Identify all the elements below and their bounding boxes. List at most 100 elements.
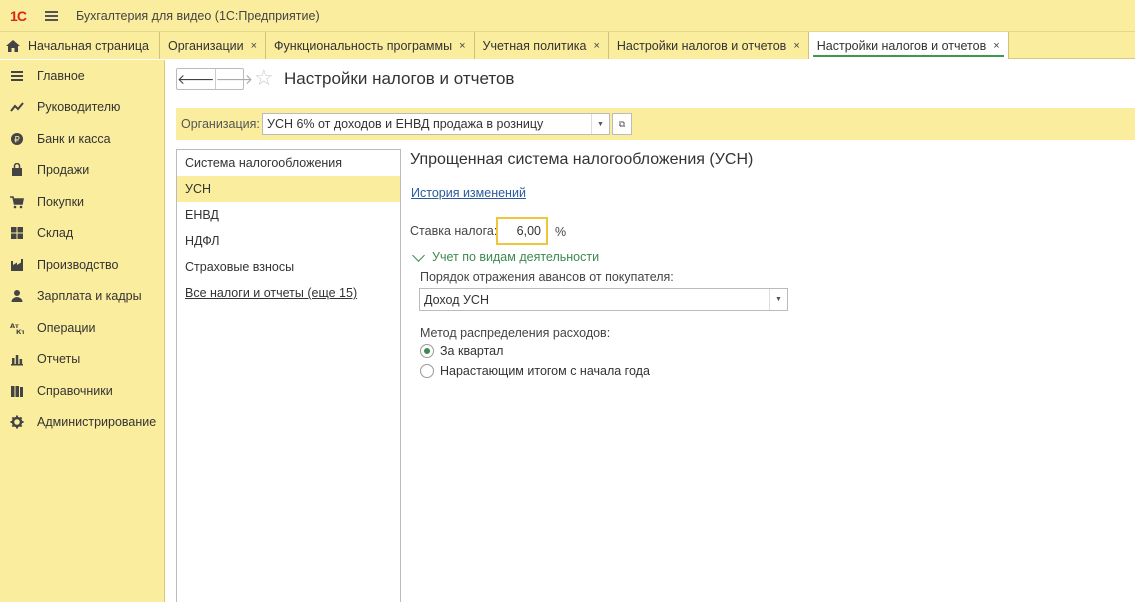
chevron-down-icon xyxy=(412,248,425,262)
forward-button[interactable]: 🡒 xyxy=(214,69,254,89)
tab-organizations[interactable]: Организации × xyxy=(160,32,267,59)
organization-label: Организация: xyxy=(181,117,260,131)
all-taxes-link[interactable]: Все налоги и отчеты (еще 15) xyxy=(177,280,400,306)
sidebar-item-sales[interactable]: Продажи xyxy=(0,155,164,187)
tab-bar: Начальная страница Организации × Функцио… xyxy=(0,32,1135,59)
advances-label: Порядок отражения авансов от покупателя: xyxy=(420,270,674,284)
sidebar-item-label: Главное xyxy=(37,68,85,83)
sidebar-item-label: Склад xyxy=(37,226,74,241)
advances-value: Доход УСН xyxy=(424,292,489,307)
radio-cumulative[interactable]: Нарастающим итогом с начала года xyxy=(420,364,650,378)
close-icon[interactable]: × xyxy=(459,40,465,52)
tab-label: Функциональность программы xyxy=(274,38,453,53)
list-item-ndfl[interactable]: НДФЛ xyxy=(177,228,400,254)
tab-accounting-policy[interactable]: Учетная политика × xyxy=(474,32,609,59)
open-window-icon: ⧉ xyxy=(618,118,626,129)
cart-icon xyxy=(10,195,24,209)
close-icon[interactable]: × xyxy=(593,40,599,52)
tab-tax-settings[interactable]: Настройки налогов и отчетов × xyxy=(608,32,809,59)
close-icon[interactable]: × xyxy=(251,40,257,52)
sidebar-item-label: Операции xyxy=(37,320,96,335)
organization-select[interactable]: УСН 6% от доходов и ЕНВД продажа в розни… xyxy=(262,113,610,135)
advances-select[interactable]: Доход УСН ▼ xyxy=(419,288,788,311)
sidebar-item-payroll[interactable]: Зарплата и кадры xyxy=(0,281,164,313)
sidebar-item-bank[interactable]: ₽ Банк и касса xyxy=(0,123,164,155)
1c-logo[interactable]: 1С xyxy=(0,0,36,32)
logo-text: 1С xyxy=(10,7,27,24)
navigation-buttons: 🡐 🡒 xyxy=(176,68,253,90)
sidebar-item-warehouse[interactable]: Склад xyxy=(0,218,164,250)
close-icon[interactable]: × xyxy=(793,40,799,52)
person-icon xyxy=(11,290,23,303)
tab-label: Учетная политика xyxy=(482,38,587,53)
sidebar-item-label: Производство xyxy=(37,257,119,272)
organization-value: УСН 6% от доходов и ЕНВД продажа в розни… xyxy=(267,117,544,131)
sidebar-item-label: Зарплата и кадры xyxy=(37,289,142,304)
back-button[interactable]: 🡐 xyxy=(177,69,215,89)
list-item-envd[interactable]: ЕНВД xyxy=(177,202,400,228)
hamburger-icon xyxy=(44,10,58,21)
list-item-usn[interactable]: УСН xyxy=(177,176,400,202)
bag-icon xyxy=(12,163,22,177)
open-organization-button[interactable]: ⧉ xyxy=(612,113,632,135)
radio-label: Нарастающим итогом с начала года xyxy=(440,364,650,378)
sidebar-item-label: Руководителю xyxy=(37,100,121,115)
menu-icon xyxy=(11,70,23,81)
list-item-insurance[interactable]: Страховые взносы xyxy=(177,254,400,280)
sidebar-item-label: Отчеты xyxy=(37,352,81,367)
dropdown-arrow-icon[interactable]: ▼ xyxy=(769,289,787,310)
radio-quarterly[interactable]: За квартал xyxy=(420,344,503,358)
radio-button-checked[interactable] xyxy=(420,344,434,358)
gear-icon xyxy=(10,415,24,429)
factory-icon xyxy=(11,258,23,271)
history-link[interactable]: История изменений xyxy=(411,186,526,200)
operations-icon: АтКт xyxy=(10,322,24,335)
app-title: Бухгалтерия для видео (1С:Предприятие) xyxy=(76,8,320,23)
sidebar-item-label: Администрирование xyxy=(37,415,157,430)
distribution-method-label: Метод распределения расходов: xyxy=(420,326,611,340)
sidebar-item-manager[interactable]: Руководителю xyxy=(0,92,164,124)
sidebar-item-label: Продажи xyxy=(37,163,90,178)
tax-rate-unit: % xyxy=(555,225,567,239)
sidebar-item-main[interactable]: Главное xyxy=(0,60,164,92)
organization-bar: Организация: УСН 6% от доходов и ЕНВД пр… xyxy=(176,108,1135,140)
main-menu-button[interactable] xyxy=(36,0,66,32)
sidebar-item-references[interactable]: Справочники xyxy=(0,375,164,407)
tab-label: Организации xyxy=(168,38,244,53)
chart-icon xyxy=(11,355,23,366)
sidebar-item-label: Справочники xyxy=(37,383,113,398)
tab-label: Начальная страница xyxy=(28,38,149,53)
tab-functionality[interactable]: Функциональность программы × xyxy=(266,32,475,59)
svg-text:Кт: Кт xyxy=(16,328,24,335)
tab-home[interactable]: Начальная страница xyxy=(0,32,160,59)
radio-button[interactable] xyxy=(420,364,434,378)
ruble-icon: ₽ xyxy=(11,132,23,145)
grid-icon xyxy=(11,227,23,240)
arrow-left-icon: 🡐 xyxy=(177,70,215,87)
tab-tax-settings-active[interactable]: Настройки налогов и отчетов × xyxy=(808,32,1009,59)
arrow-right-icon: 🡒 xyxy=(215,70,254,87)
sidebar-item-reports[interactable]: Отчеты xyxy=(0,344,164,376)
sidebar-item-label: Банк и касса xyxy=(37,131,111,146)
favorite-star-icon[interactable]: ☆ xyxy=(254,65,274,91)
sidebar: Главное Руководителю ₽ Банк и касса Прод… xyxy=(0,60,165,602)
activity-accounting-toggle[interactable]: Учет по видам деятельности xyxy=(412,248,600,264)
section-title: Упрощенная система налогообложения (УСН) xyxy=(410,151,754,168)
page-title: Настройки налогов и отчетов xyxy=(284,69,515,88)
tax-rate-input[interactable]: 6,00 xyxy=(496,217,548,245)
dropdown-arrow-icon[interactable]: ▼ xyxy=(591,114,609,134)
tax-rate-label: Ставка налога: xyxy=(410,224,498,238)
sidebar-item-purchases[interactable]: Покупки xyxy=(0,186,164,218)
main-area: 🡐 🡒 ☆ Настройки налогов и отчетов Органи… xyxy=(165,60,1135,602)
tax-sections-list: Система налогообложения УСН ЕНВД НДФЛ Ст… xyxy=(176,149,401,602)
close-icon[interactable]: × xyxy=(993,40,999,52)
tab-label: Настройки налогов и отчетов xyxy=(616,38,787,53)
sidebar-item-operations[interactable]: Ат Кт Операции xyxy=(0,312,164,344)
activity-toggle-label: Учет по видам деятельности xyxy=(432,250,600,264)
books-icon xyxy=(11,385,23,397)
sidebar-item-production[interactable]: Производство xyxy=(0,249,164,281)
tab-label: Настройки налогов и отчетов xyxy=(816,38,987,53)
sidebar-item-administration[interactable]: Администрирование xyxy=(0,407,164,439)
list-item-tax-system[interactable]: Система налогообложения xyxy=(177,150,400,176)
sidebar-item-label: Покупки xyxy=(37,194,85,209)
